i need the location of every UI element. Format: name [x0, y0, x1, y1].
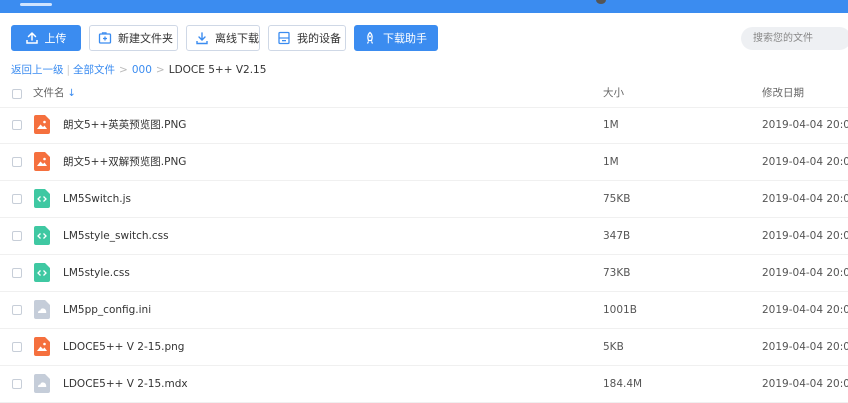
- code-file-icon: [34, 263, 50, 282]
- file-name[interactable]: LM5style.css: [63, 255, 130, 291]
- rocket-icon: [363, 31, 377, 45]
- file-date: 2019-04-04 20:04: [762, 378, 848, 390]
- file-name[interactable]: LM5Switch.js: [63, 181, 131, 217]
- top-nav-bar: [0, 0, 848, 13]
- row-checkbox[interactable]: [12, 305, 22, 315]
- file-size: 347B: [603, 230, 631, 242]
- breadcrumb-all-files-link[interactable]: 全部文件: [73, 62, 115, 77]
- file-name[interactable]: LDOCE5++ V 2-15.mdx: [63, 366, 188, 402]
- file-date: 2019-04-04 20:04: [762, 341, 848, 353]
- row-checkbox[interactable]: [12, 120, 22, 130]
- code-file-icon: [34, 226, 50, 245]
- file-row[interactable]: 朗文5++双解预览图.PNG 1M 2019-04-04 20:04: [0, 144, 848, 181]
- row-checkbox[interactable]: [12, 231, 22, 241]
- upload-label: 上传: [44, 32, 67, 45]
- my-devices-label: 我的设备: [297, 32, 341, 45]
- generic-file-icon: [34, 300, 50, 319]
- file-date: 2019-04-04 20:04: [762, 267, 848, 279]
- file-row[interactable]: LM5style.css 73KB 2019-04-04 20:04: [0, 255, 848, 292]
- file-row[interactable]: LM5style_switch.css 347B 2019-04-04 20:0…: [0, 218, 848, 255]
- breadcrumb-chevron-icon: >: [155, 63, 165, 76]
- offline-download-button[interactable]: 离线下载: [186, 25, 260, 51]
- row-checkbox[interactable]: [12, 157, 22, 167]
- file-date: 2019-04-04 20:04: [762, 156, 848, 168]
- breadcrumb-chevron-icon: >: [119, 63, 128, 76]
- column-header-date[interactable]: 修改日期: [762, 80, 804, 107]
- file-size: 184.4M: [603, 378, 643, 390]
- image-file-icon: [34, 337, 50, 356]
- new-folder-icon: [98, 31, 112, 45]
- download-helper-button[interactable]: 下载助手: [354, 25, 438, 51]
- file-name[interactable]: LDOCE5++ V 2-15.png: [63, 329, 184, 365]
- row-checkbox[interactable]: [12, 379, 22, 389]
- file-row[interactable]: LDOCE5++ V 2-15.mdx 184.4M 2019-04-04 20…: [0, 366, 848, 403]
- file-size: 5KB: [603, 341, 624, 353]
- file-size: 1M: [603, 119, 619, 131]
- file-row[interactable]: LM5Switch.js 75KB 2019-04-04 20:04: [0, 181, 848, 218]
- image-file-icon: [34, 115, 50, 134]
- file-date: 2019-04-04 20:04: [762, 230, 848, 242]
- file-name[interactable]: LM5pp_config.ini: [63, 292, 151, 328]
- breadcrumb: 返回上一级 | 全部文件 > 000 > LDOCE 5++ V2.15: [11, 62, 266, 77]
- file-row[interactable]: LDOCE5++ V 2-15.png 5KB 2019-04-04 20:04: [0, 329, 848, 366]
- offline-download-label: 离线下载: [215, 32, 259, 45]
- breadcrumb-current: LDOCE 5++ V2.15: [168, 63, 267, 76]
- new-folder-label: 新建文件夹: [118, 32, 173, 45]
- image-file-icon: [34, 152, 50, 171]
- breadcrumb-folder-link[interactable]: 000: [132, 64, 152, 76]
- file-list: 朗文5++英英预览图.PNG 1M 2019-04-04 20:04 朗文5++…: [0, 107, 848, 403]
- file-row[interactable]: 朗文5++英英预览图.PNG 1M 2019-04-04 20:04: [0, 107, 848, 144]
- code-file-icon: [34, 189, 50, 208]
- my-devices-button[interactable]: 我的设备: [268, 25, 346, 51]
- breadcrumb-divider: |: [66, 63, 71, 76]
- file-date: 2019-04-04 20:04: [762, 304, 848, 316]
- column-header-name[interactable]: 文件名 ↓: [33, 80, 76, 107]
- download-icon: [195, 31, 209, 45]
- toolbar: 上传 新建文件夹 离线下载 我的设备 下载助手: [11, 25, 438, 51]
- generic-file-icon: [34, 374, 50, 393]
- select-all-checkbox[interactable]: [12, 89, 22, 99]
- file-list-header: 文件名 ↓ 大小 修改日期: [0, 80, 848, 108]
- device-icon: [277, 31, 291, 45]
- row-checkbox[interactable]: [12, 342, 22, 352]
- file-name[interactable]: LM5style_switch.css: [63, 218, 169, 254]
- file-name[interactable]: 朗文5++双解预览图.PNG: [63, 144, 186, 180]
- user-avatar[interactable]: [596, 0, 606, 4]
- upload-icon: [25, 31, 39, 45]
- file-date: 2019-04-04 20:04: [762, 193, 848, 205]
- file-size: 73KB: [603, 267, 631, 279]
- breadcrumb-back-link[interactable]: 返回上一级: [11, 62, 64, 77]
- upload-button[interactable]: 上传: [11, 25, 81, 51]
- row-checkbox[interactable]: [12, 268, 22, 278]
- row-checkbox[interactable]: [12, 194, 22, 204]
- new-folder-button[interactable]: 新建文件夹: [89, 25, 178, 51]
- column-header-name-label: 文件名: [33, 87, 65, 99]
- file-row[interactable]: LM5pp_config.ini 1001B 2019-04-04 20:04: [0, 292, 848, 329]
- file-size: 1M: [603, 156, 619, 168]
- file-size: 75KB: [603, 193, 631, 205]
- sort-down-arrow-icon: ↓: [67, 88, 76, 99]
- download-helper-label: 下载助手: [383, 32, 427, 45]
- file-size: 1001B: [603, 304, 637, 316]
- file-date: 2019-04-04 20:04: [762, 119, 848, 131]
- nav-indicator: [20, 3, 52, 6]
- search-input[interactable]: [741, 27, 848, 50]
- column-header-size[interactable]: 大小: [603, 80, 624, 107]
- file-name[interactable]: 朗文5++英英预览图.PNG: [63, 107, 186, 143]
